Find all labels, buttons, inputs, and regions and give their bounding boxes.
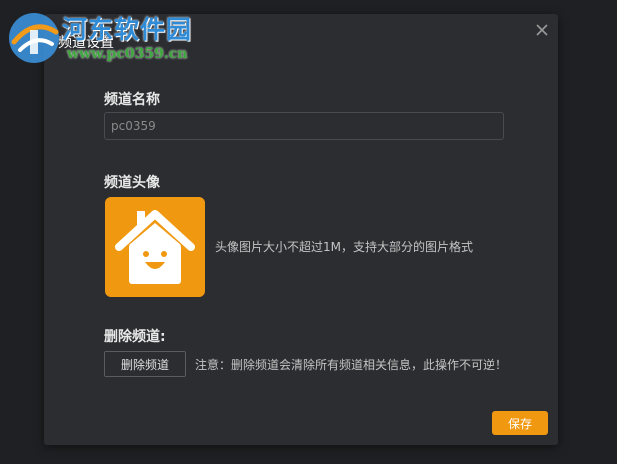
- delete-channel-label: 删除频道:: [104, 329, 166, 345]
- watermark: 河东软件园 www.pc0359.cn: [0, 0, 210, 72]
- avatar-hint: 头像图片大小不超过1M，支持大部分的图片格式: [215, 240, 473, 254]
- watermark-url: www.pc0359.cn: [67, 46, 188, 62]
- channel-avatar-label: 频道头像: [104, 175, 160, 191]
- channel-settings-dialog: 频道设置 频道名称 频道头像 头像图片大小不超过1M，支持大部分的图片格式 删除…: [44, 14, 558, 445]
- house-smile-icon: [115, 210, 195, 284]
- save-button[interactable]: 保存: [492, 411, 548, 435]
- delete-notice: 注意：删除频道会清除所有频道相关信息，此操作不可逆！: [195, 358, 508, 372]
- delete-channel-button[interactable]: 删除频道: [104, 351, 186, 377]
- site-logo-icon: [9, 13, 59, 63]
- channel-name-label: 频道名称: [104, 92, 160, 108]
- watermark-site-name: 河东软件园: [62, 15, 193, 44]
- close-icon[interactable]: [534, 22, 550, 38]
- channel-avatar[interactable]: [105, 197, 205, 297]
- channel-name-input[interactable]: [104, 112, 504, 140]
